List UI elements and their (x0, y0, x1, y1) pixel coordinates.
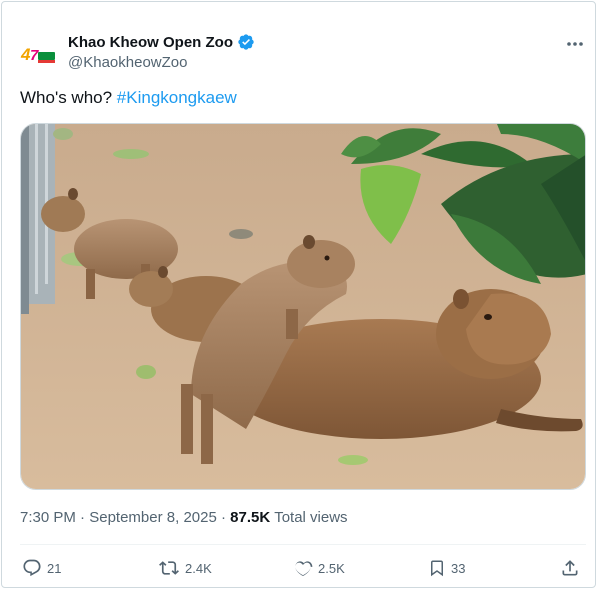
like-count: 2.5K (318, 560, 345, 576)
reply-count: 21 (47, 560, 62, 576)
tweet-card: 4 7 Khao Kheow Open Zoo @KhaokheowZoo Wh… (1, 1, 596, 588)
author-avatar[interactable]: 4 7 (18, 35, 58, 75)
meta-separator: · (75, 509, 90, 526)
heart-icon (295, 561, 313, 577)
views-label: Total views (274, 509, 348, 526)
bookmark-icon (431, 560, 443, 577)
svg-text:7: 7 (30, 47, 39, 64)
hashtag-link[interactable]: #Kingkongkaew (117, 88, 237, 107)
action-bar: 21 2.4K 2.5K 33 (22, 558, 588, 582)
reply-icon (23, 559, 41, 577)
author-name[interactable]: Khao Kheow Open Zoo (68, 33, 255, 51)
verified-badge-icon (237, 33, 255, 51)
capybara-photo (21, 124, 585, 489)
author-name-text: Khao Kheow Open Zoo (68, 33, 233, 51)
like-button[interactable]: 2.5K (293, 558, 345, 578)
repost-icon (159, 561, 179, 575)
more-options-button[interactable] (563, 34, 587, 54)
tweet-date[interactable]: September 8, 2025 (89, 509, 217, 526)
more-dots-icon (567, 42, 583, 46)
meta-separator: · (216, 509, 231, 526)
zoo-logo-icon: 4 7 (18, 35, 58, 75)
tweet-time[interactable]: 7:30 PM (20, 509, 76, 526)
tweet-photo[interactable] (20, 123, 586, 490)
repost-count: 2.4K (185, 560, 212, 576)
bookmark-count: 33 (451, 560, 466, 576)
author-handle[interactable]: @KhaokheowZoo (68, 54, 187, 71)
views-count: 87.5K (230, 509, 271, 526)
tweet-meta: 7:30 PM · September 8, 2025 · 87.5K Tota… (20, 509, 348, 526)
bookmark-button[interactable]: 33 (428, 558, 465, 578)
tweet-text-body: Who's who? (20, 88, 117, 107)
share-button[interactable] (560, 558, 580, 578)
reply-button[interactable]: 21 (22, 558, 61, 578)
repost-button[interactable]: 2.4K (158, 558, 212, 578)
divider (20, 544, 586, 545)
share-icon (562, 560, 578, 576)
tweet-text: Who's who? #Kingkongkaew (20, 88, 237, 108)
